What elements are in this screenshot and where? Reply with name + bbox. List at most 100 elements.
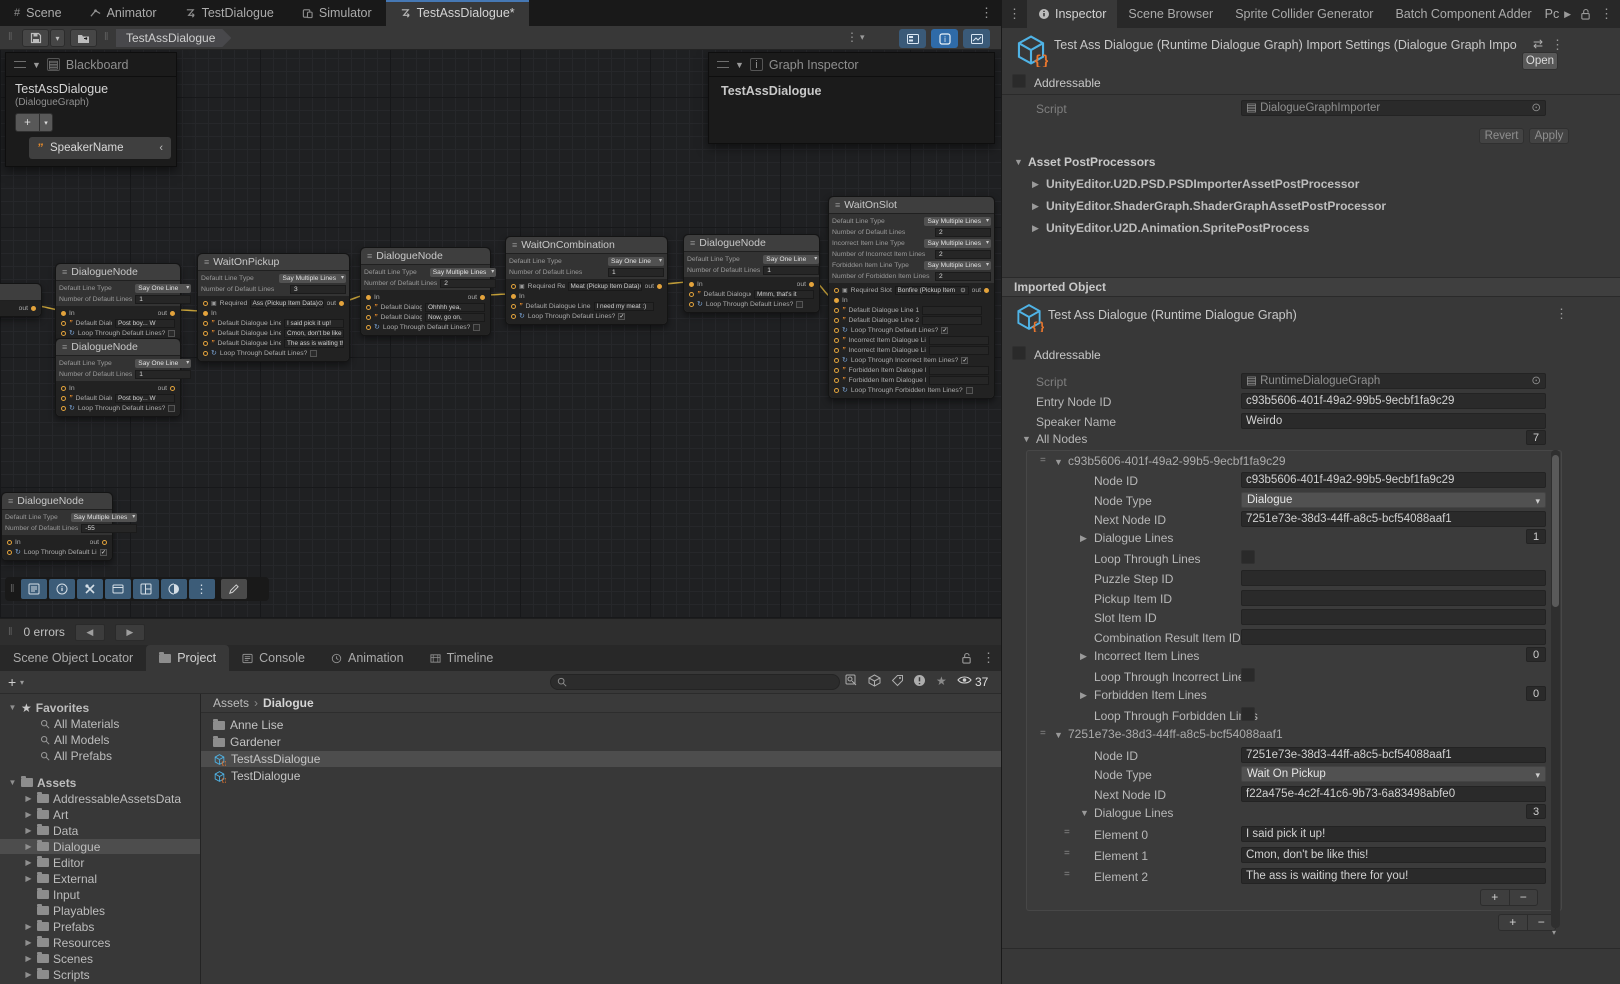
foldout-icon[interactable]: ▶ (24, 858, 33, 867)
line-type-dropdown[interactable]: Say Multiple Lines (71, 513, 138, 522)
add-property-button[interactable]: + (15, 113, 40, 132)
tab-inspector[interactable]: Inspector (1027, 0, 1117, 28)
element-0-field[interactable]: I said pick it up! (1241, 826, 1546, 842)
tools-button[interactable] (77, 579, 103, 599)
asset-folder-gardener[interactable]: Gardener (201, 734, 1001, 750)
dialogue-line-field[interactable] (929, 346, 989, 355)
port[interactable] (689, 302, 694, 307)
tab-overflow[interactable]: Pc (1543, 0, 1562, 28)
foldout-icon[interactable]: ▶ (24, 810, 33, 819)
reorder-handle[interactable]: = (1040, 728, 1046, 739)
apply-button[interactable]: Apply (1529, 128, 1569, 144)
lock-icon[interactable] (961, 652, 972, 664)
reorder-handle[interactable]: = (1064, 848, 1070, 859)
node-group-header[interactable]: 7251e73e-38d3-44ff-a8c5-bcf54088aaf1 (1068, 727, 1283, 741)
dialogue-node[interactable]: ≡DialogueNode Default Line TypeSay One L… (55, 263, 181, 342)
save-button[interactable] (22, 29, 49, 47)
dialogue-line-field[interactable] (929, 376, 989, 385)
slot-item-id-field[interactable] (1241, 609, 1546, 625)
foldout-icon[interactable]: ▶ (1032, 179, 1039, 190)
dialogue-node[interactable]: ≡DialogueNode Default Line TypeSay One L… (683, 234, 820, 313)
open-button[interactable]: Open (1522, 52, 1558, 70)
node-id-field[interactable]: c93b5606-401f-49a2-99b5-9ecbf1fa9c29 (1241, 472, 1546, 488)
output-port[interactable] (170, 311, 175, 316)
loop-checkbox[interactable]: ✓ (618, 313, 625, 320)
dock-more-icon[interactable]: ⋮ (982, 650, 995, 666)
dialogue-line-field[interactable]: Cmon, don't be like this! (284, 329, 344, 338)
loop-checkbox[interactable] (966, 387, 973, 394)
tree-folder-resources[interactable]: ▶Resources (24, 935, 110, 950)
line-type-dropdown[interactable]: Say One Line (608, 257, 664, 266)
favorites-star-icon[interactable]: ★ (936, 674, 947, 688)
loop-checkbox[interactable]: ✓ (100, 549, 107, 556)
foldout-icon[interactable]: ▶ (1032, 201, 1039, 212)
graph-inspector-panel[interactable]: ▼ i Graph Inspector TestAssDialogue (708, 52, 995, 144)
tab-animator[interactable]: Animator (76, 0, 171, 26)
loop-checkbox[interactable] (796, 301, 803, 308)
add-element-button[interactable]: + (1481, 890, 1510, 905)
port[interactable] (366, 315, 371, 320)
object-field[interactable]: Ass (Pickup Item Data)⊙ (250, 299, 324, 308)
line-type-dropdown[interactable]: Say Multiple Lines (924, 217, 991, 226)
tree-folder-playables[interactable]: Playables (24, 903, 105, 918)
collapse-icon[interactable]: ▼ (735, 60, 744, 70)
output-port[interactable] (984, 288, 989, 293)
loop-through-lines-checkbox[interactable] (1241, 550, 1255, 564)
breadcrumb[interactable]: TestAssDialogue (116, 29, 231, 47)
minimap-button[interactable] (161, 579, 187, 599)
unlock-icon[interactable] (1580, 8, 1591, 20)
element-1-field[interactable]: Cmon, don't be like this! (1241, 847, 1546, 863)
tab-testassdialogue[interactable]: TestAssDialogue* (386, 0, 529, 26)
node-group-header[interactable]: c93b5606-401f-49a2-99b5-9ecbf1fa9c29 (1068, 454, 1286, 468)
dialogue-line-field[interactable]: The ass is waiting there for y (284, 339, 344, 348)
line-count-field[interactable]: 2 (935, 250, 991, 259)
line-count-field[interactable]: 3 (290, 285, 346, 294)
port[interactable] (834, 288, 839, 293)
port[interactable] (511, 314, 516, 319)
info-button[interactable] (49, 579, 75, 599)
port[interactable] (689, 292, 694, 297)
scrollbar-thumb[interactable] (1552, 455, 1559, 607)
port[interactable] (61, 396, 66, 401)
tree-folder-input[interactable]: Input (24, 887, 80, 902)
object-more-icon[interactable]: ⋮ (1555, 306, 1568, 322)
add-node-button[interactable]: + (1499, 915, 1528, 930)
port[interactable] (834, 378, 839, 383)
create-asset-button[interactable]: + (8, 674, 16, 690)
tree-folder-addressableassetsdata[interactable]: ▶AddressableAssetsData (24, 791, 181, 806)
foldout-icon[interactable]: ▼ (8, 703, 17, 712)
wait-on-combination-node[interactable]: ≡WaitOnCombination Default Line TypeSay … (505, 236, 668, 325)
tab-project[interactable]: Project (146, 645, 229, 671)
dialogue-line-field[interactable]: Mmm, that's it (754, 290, 814, 299)
input-port[interactable] (511, 294, 516, 299)
dialogue-line-field[interactable]: Post boy... W (115, 394, 175, 403)
panel-drag-icon[interactable] (717, 61, 729, 68)
revert-button[interactable]: Revert (1479, 128, 1524, 144)
postprocessor-item[interactable]: UnityEditor.U2D.PSD.PSDImporterAssetPost… (1046, 177, 1359, 191)
breadcrumb-current[interactable]: Dialogue (263, 696, 314, 710)
asset-testdialogue[interactable]: {} TestDialogue (201, 768, 1001, 784)
foldout-icon[interactable]: ▶ (24, 826, 33, 835)
more-button[interactable]: ⋮ (189, 579, 215, 599)
object-picker-icon[interactable]: ⊙ (1531, 374, 1541, 388)
loop-checkbox[interactable]: ✓ (941, 327, 948, 334)
open-asset-button[interactable] (70, 29, 97, 47)
output-port[interactable] (102, 540, 107, 545)
output-port[interactable] (170, 386, 175, 391)
loop-checkbox[interactable] (168, 330, 175, 337)
foldout-icon[interactable]: ▶ (24, 842, 33, 851)
tab-animation[interactable]: Animation (318, 645, 417, 671)
pickup-item-id-field[interactable] (1241, 590, 1546, 606)
node-type-dropdown[interactable]: Dialogue (1241, 492, 1546, 508)
blackboard-toggle-button[interactable] (899, 29, 926, 48)
label-icon[interactable] (891, 674, 904, 687)
line-type-dropdown[interactable]: Say Multiple Lines (430, 268, 497, 277)
port[interactable] (203, 321, 208, 326)
start-node[interactable]: ≡StartNode SpeakerName out (0, 283, 42, 317)
foldout-icon[interactable]: ▶ (1080, 651, 1087, 662)
create-asset-dropdown[interactable]: ▾ (20, 678, 24, 687)
port[interactable] (61, 331, 66, 336)
window-more-icon[interactable]: ⋮ (980, 5, 993, 21)
port[interactable] (834, 328, 839, 333)
output-port[interactable] (339, 301, 344, 306)
